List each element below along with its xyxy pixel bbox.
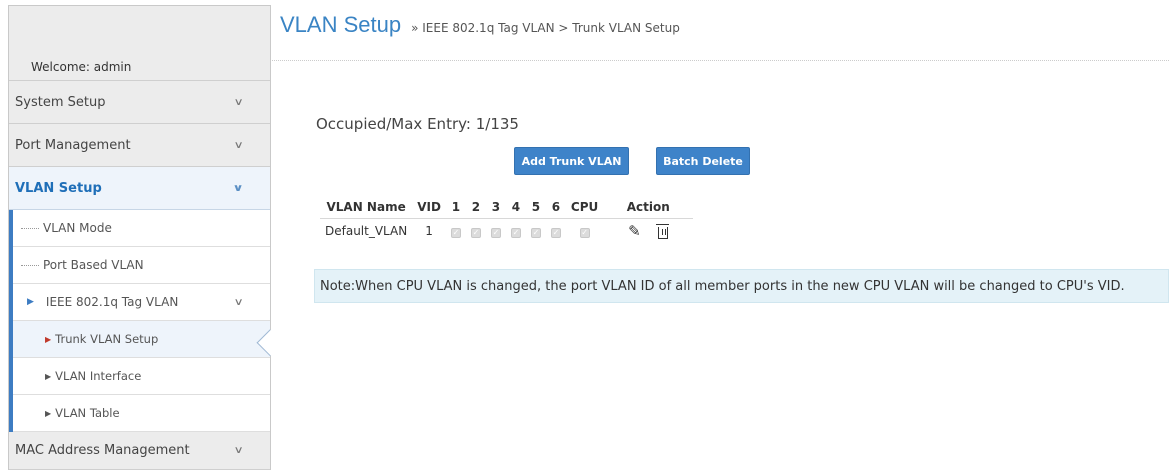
- cell-port-6: ✓: [546, 218, 566, 244]
- chevron-down-icon: ∨: [233, 445, 244, 456]
- occupied-entry-text: Occupied/Max Entry: 1/135: [316, 115, 519, 133]
- breadcrumb: » IEEE 802.1q Tag VLAN > Trunk VLAN Setu…: [411, 21, 680, 35]
- menu-label: System Setup: [15, 94, 106, 110]
- menu-vlan-setup[interactable]: VLAN Setup ∨: [9, 167, 270, 210]
- header-divider: [272, 60, 1169, 61]
- cell-vid: 1: [425, 224, 433, 239]
- vlan-table: VLAN Name VID 1 2 3 4 5 6 CPU Action Def…: [320, 196, 694, 244]
- cell-port-4: ✓: [506, 218, 526, 244]
- sidebar: Welcome: admin System Setup ∨ Port Manag…: [8, 5, 271, 470]
- menu-label: Port Management: [15, 137, 131, 153]
- page-title: VLAN Setup: [280, 12, 402, 37]
- submenu-ieee-tag-vlan[interactable]: ▶ IEEE 802.1q Tag VLAN ∨: [13, 284, 270, 321]
- submenu-vlan-interface[interactable]: ▶ VLAN Interface: [13, 358, 270, 395]
- col-action: Action: [603, 196, 694, 219]
- col-port-5: 5: [525, 196, 546, 219]
- col-port-1: 1: [445, 196, 466, 219]
- menu-label: VLAN Setup: [15, 180, 102, 196]
- chevron-down-icon: ∨: [233, 296, 244, 308]
- member-checkbox: ✓: [530, 228, 541, 239]
- caret-right-icon: ▶: [45, 408, 52, 418]
- welcome-panel: Welcome: admin: [9, 6, 270, 81]
- col-port-4: 4: [505, 196, 526, 219]
- tree-connector: [21, 264, 39, 266]
- caret-right-icon: ▶: [45, 371, 52, 381]
- col-port-6: 6: [545, 196, 566, 219]
- submenu-vlan-mode[interactable]: VLAN Mode: [13, 210, 270, 247]
- col-vid: VID: [412, 196, 446, 219]
- submenu-trunk-vlan-setup[interactable]: ▶ Trunk VLAN Setup: [13, 321, 270, 358]
- submenu-label: Port Based VLAN: [43, 258, 144, 272]
- caret-right-icon: ▶: [45, 334, 52, 344]
- member-checkbox: ✓: [550, 228, 561, 239]
- submenu-port-based-vlan[interactable]: Port Based VLAN: [13, 247, 270, 284]
- table-header-row: VLAN Name VID 1 2 3 4 5 6 CPU Action: [320, 196, 694, 219]
- member-checkbox: ✓: [510, 228, 521, 239]
- cell-port-5: ✓: [526, 218, 546, 244]
- col-vlan-name: VLAN Name: [320, 196, 413, 219]
- menu-label: MAC Address Management: [15, 443, 190, 458]
- vlan-submenu: VLAN Mode Port Based VLAN ▶ IEEE 802.1q …: [9, 210, 270, 432]
- submenu-vlan-table[interactable]: ▶ VLAN Table: [13, 395, 270, 432]
- menu-system-setup[interactable]: System Setup ∨: [9, 81, 270, 124]
- submenu-label: VLAN Table: [55, 406, 120, 420]
- member-checkbox: ✓: [450, 228, 461, 239]
- caret-right-icon: ▶: [27, 297, 34, 307]
- submenu-label: VLAN Mode: [43, 221, 112, 235]
- note-text: Note:When CPU VLAN is changed, the port …: [320, 278, 1125, 294]
- table-row: Default_VLAN 1 ✓ ✓ ✓ ✓ ✓ ✓ ✓ ✎: [320, 218, 693, 244]
- cell-port-1: ✓: [446, 218, 466, 244]
- member-checkbox: ✓: [470, 228, 481, 239]
- cell-cpu: ✓: [566, 218, 603, 244]
- cell-port-2: ✓: [466, 218, 486, 244]
- member-checkbox: ✓: [579, 228, 590, 239]
- cell-action: ✎: [603, 218, 693, 244]
- submenu-label: Trunk VLAN Setup: [55, 332, 159, 346]
- add-trunk-vlan-button[interactable]: Add Trunk VLAN: [514, 147, 629, 175]
- member-checkbox: ✓: [490, 228, 501, 239]
- welcome-text: Welcome: admin: [31, 60, 132, 74]
- batch-delete-button[interactable]: Batch Delete: [656, 147, 750, 175]
- chevron-down-icon: ∨: [232, 182, 244, 194]
- submenu-label: VLAN Interface: [55, 369, 142, 383]
- col-port-2: 2: [465, 196, 486, 219]
- trash-icon[interactable]: [656, 223, 670, 239]
- cpu-vlan-note: Note:When CPU VLAN is changed, the port …: [314, 269, 1169, 303]
- col-port-3: 3: [485, 196, 506, 219]
- page-header: VLAN Setup » IEEE 802.1q Tag VLAN > Trun…: [280, 12, 680, 38]
- tree-connector: [21, 227, 39, 229]
- cell-port-3: ✓: [486, 218, 506, 244]
- menu-mac-address-management[interactable]: MAC Address Management ∨: [9, 432, 270, 470]
- pencil-icon[interactable]: ✎: [628, 222, 641, 240]
- menu-port-management[interactable]: Port Management ∨: [9, 124, 270, 167]
- col-cpu: CPU: [565, 196, 604, 219]
- cell-vlan-name: Default_VLAN: [325, 224, 408, 239]
- submenu-label: IEEE 802.1q Tag VLAN: [45, 295, 179, 309]
- chevron-down-icon: ∨: [233, 139, 244, 151]
- page: Welcome: admin System Setup ∨ Port Manag…: [0, 0, 1169, 470]
- chevron-down-icon: ∨: [233, 96, 244, 108]
